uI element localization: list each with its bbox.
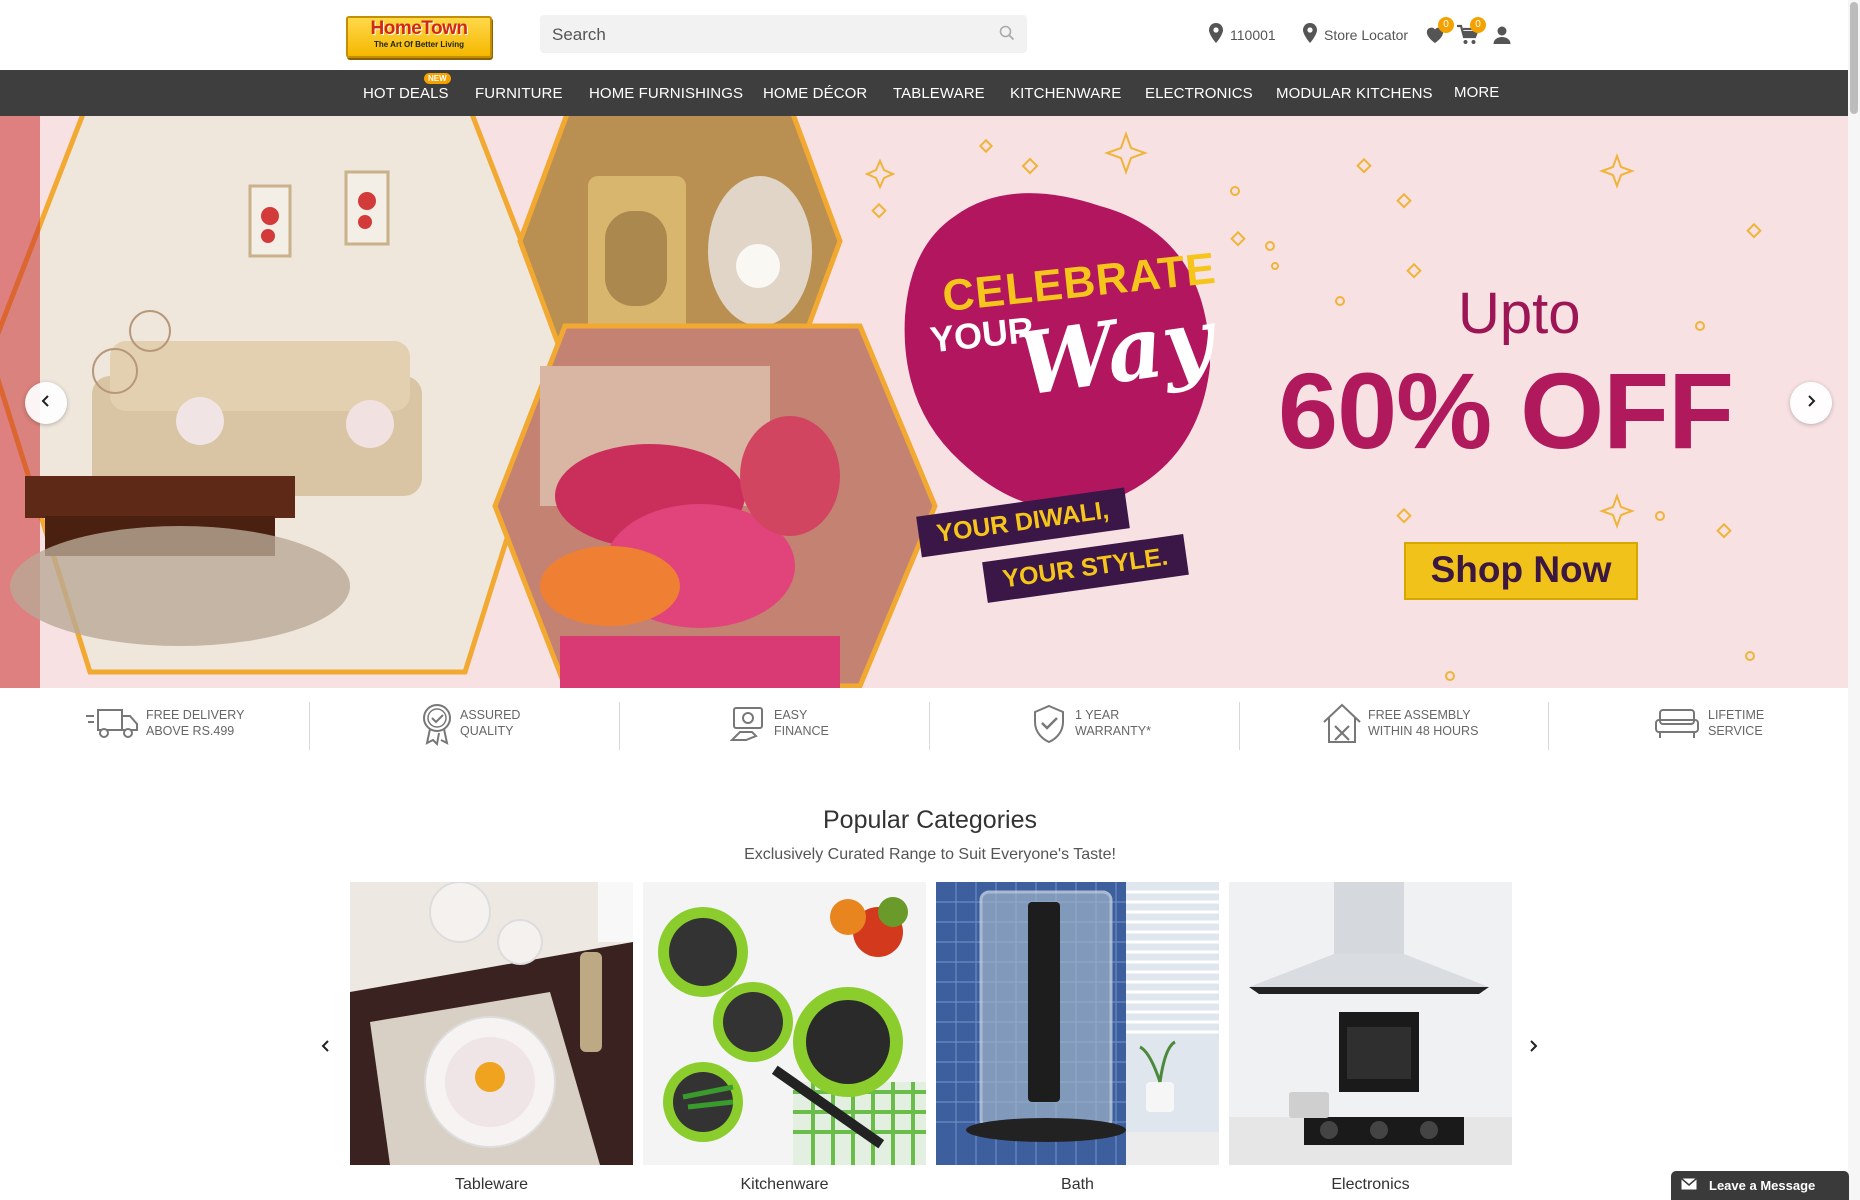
category-label-kitchenware[interactable]: Kitchenware	[643, 1176, 926, 1194]
banner-prev-button[interactable]	[25, 382, 67, 424]
promo-upto: Upto	[1458, 281, 1581, 346]
feature-divider	[619, 702, 620, 750]
promo-discount: 60% OFF	[1278, 350, 1734, 471]
feature-line1: ASSURED	[460, 708, 521, 722]
logo-title: HomeTown	[370, 18, 468, 39]
category-label-tableware[interactable]: Tableware	[350, 1176, 633, 1194]
feature-line1: FREE DELIVERY	[146, 708, 245, 722]
electronics-image	[1229, 882, 1512, 1165]
hero-banner[interactable]: CELEBRATE YOUR Way YOUR DIWALI, YOUR STY…	[0, 116, 1848, 688]
feature-line2: WITHIN 48 HOURS	[1368, 724, 1479, 738]
page-scrollbar[interactable]	[1848, 0, 1860, 1200]
celebrate-graphic: CELEBRATE YOUR Way	[900, 206, 1220, 506]
hometown-logo[interactable]: HomeTown The Art Of Better Living	[346, 16, 492, 58]
category-card-kitchenware[interactable]	[643, 882, 926, 1165]
sofa-icon	[1654, 706, 1700, 745]
finance-icon	[729, 704, 766, 749]
feature-easy-finance: EASY FINANCE	[729, 700, 1040, 750]
chevron-right-icon	[1805, 394, 1817, 413]
pincode-selector[interactable]: 110001	[1208, 22, 1276, 47]
feature-line1: FREE ASSEMBLY	[1368, 708, 1471, 722]
cart-count-badge: 0	[1470, 17, 1486, 33]
chevron-left-icon	[321, 1040, 329, 1052]
feature-lifetime-service: LIFETIME SERVICE	[1654, 700, 1860, 750]
category-label-bath[interactable]: Bath	[936, 1176, 1219, 1194]
feature-line2: QUALITY	[460, 724, 514, 738]
leave-message-label: Leave a Message	[1709, 1178, 1816, 1193]
feature-warranty: 1 YEAR WARRANTY*	[1031, 700, 1341, 750]
pincode-text: 110001	[1230, 26, 1276, 43]
feature-divider	[1548, 702, 1549, 750]
envelope-icon	[1681, 1177, 1697, 1193]
award-icon	[420, 702, 454, 751]
nav-more[interactable]: MORE	[1454, 84, 1499, 101]
search-box	[540, 15, 1027, 53]
categories-next-button[interactable]	[1527, 1038, 1539, 1059]
category-label-electronics[interactable]: Electronics	[1229, 1176, 1512, 1194]
kitchenware-image	[643, 882, 926, 1165]
site-header: HomeTown The Art Of Better Living 110001…	[0, 0, 1848, 70]
nav-furniture[interactable]: FURNITURE	[475, 85, 563, 102]
shield-check-icon	[1031, 704, 1067, 749]
bath-image	[936, 882, 1219, 1165]
wishlist-button[interactable]: 0	[1424, 17, 1454, 48]
tableware-image	[350, 882, 633, 1165]
search-icon[interactable]	[999, 25, 1015, 46]
cart-icon	[1456, 24, 1480, 50]
popular-categories-title: Popular Categories	[822, 806, 1037, 834]
leave-message-button[interactable]: Leave a Message	[1671, 1171, 1849, 1200]
feature-divider	[929, 702, 930, 750]
feature-line2: SERVICE	[1708, 724, 1763, 738]
truck-icon	[84, 706, 140, 745]
new-badge: NEW	[424, 73, 451, 84]
feature-line2: FINANCE	[774, 724, 829, 738]
feature-line1: EASY	[774, 708, 808, 722]
features-strip: FREE DELIVERY ABOVE RS.499 ASSURED QUALITY…	[0, 688, 1848, 762]
store-locator-link[interactable]: Store Locator	[1302, 22, 1408, 47]
tools-house-icon	[1322, 702, 1362, 749]
feature-line2: ABOVE RS.499	[146, 724, 235, 738]
feature-line1: 1 YEAR	[1075, 708, 1120, 722]
feature-free-assembly: FREE ASSEMBLY WITHIN 48 HOURS	[1322, 700, 1632, 750]
banner-next-button[interactable]	[1790, 382, 1832, 424]
search-input[interactable]	[550, 19, 984, 51]
feature-divider	[309, 702, 310, 750]
feature-divider	[1239, 702, 1240, 750]
nav-home-decor[interactable]: HOME DÉCOR	[763, 85, 867, 102]
nav-tableware[interactable]: TABLEWARE	[893, 85, 985, 102]
shop-now-button[interactable]: Shop Now	[1404, 542, 1638, 600]
nav-hot-deals[interactable]: HOT DEALS	[363, 85, 449, 102]
category-card-tableware[interactable]	[350, 882, 633, 1165]
feature-free-delivery: FREE DELIVERY ABOVE RS.499	[84, 700, 394, 750]
scrollbar-thumb[interactable]	[1850, 2, 1858, 114]
category-card-electronics[interactable]	[1229, 882, 1512, 1165]
logo-tagline: The Art Of Better Living	[374, 40, 464, 49]
main-nav: NEW HOT DEALS FURNITURE HOME FURNISHINGS…	[0, 70, 1848, 116]
account-button[interactable]	[1492, 25, 1512, 50]
popular-categories-subtitle: Exclusively Curated Range to Suit Everyo…	[744, 846, 1116, 863]
feature-line2: WARRANTY*	[1075, 724, 1151, 738]
nav-modular-kitchens[interactable]: MODULAR KITCHENS	[1276, 85, 1433, 102]
cart-button[interactable]: 0	[1456, 17, 1486, 46]
user-icon	[1492, 26, 1512, 49]
nav-kitchenware[interactable]: KITCHENWARE	[1010, 85, 1121, 102]
store-pin-icon	[1302, 22, 1318, 47]
location-pin-icon	[1208, 22, 1224, 47]
feature-line1: LIFETIME	[1708, 708, 1765, 722]
nav-electronics[interactable]: ELECTRONICS	[1145, 85, 1253, 102]
store-locator-text: Store Locator	[1324, 26, 1409, 43]
categories-prev-button[interactable]	[320, 1038, 332, 1059]
chevron-right-icon	[1530, 1040, 1538, 1052]
nav-home-furnishings[interactable]: HOME FURNISHINGS	[589, 85, 743, 102]
wishlist-count-badge: 0	[1438, 17, 1454, 33]
feature-assured-quality: ASSURED QUALITY	[420, 700, 730, 750]
chevron-left-icon	[40, 394, 52, 413]
heart-icon	[1424, 27, 1446, 48]
category-card-bath[interactable]	[936, 882, 1219, 1165]
